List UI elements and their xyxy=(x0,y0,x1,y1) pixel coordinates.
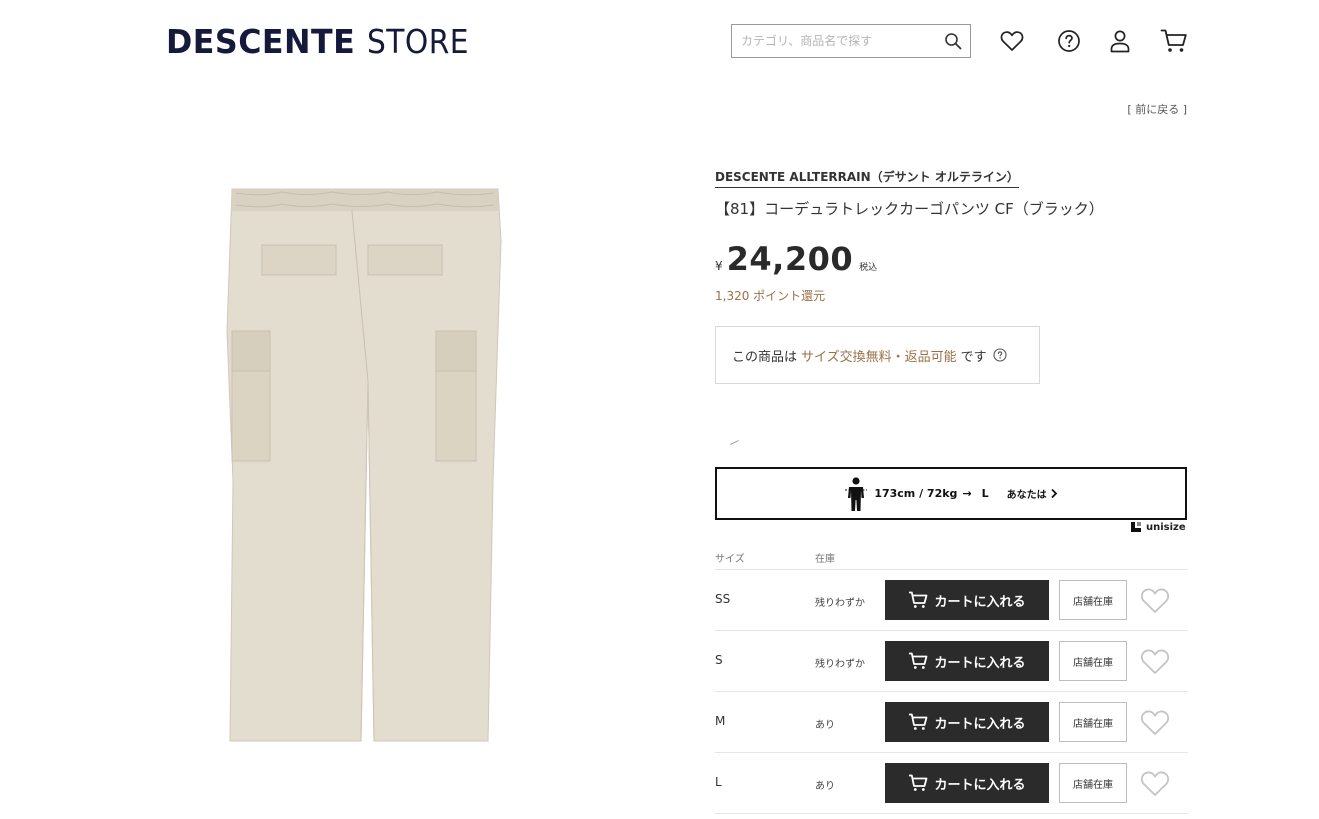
size-column-header: サイズ xyxy=(715,554,745,565)
unisize-you-label: あなたは xyxy=(1006,490,1047,501)
search-button[interactable] xyxy=(936,25,970,57)
cart-icon xyxy=(1160,29,1187,52)
add-to-cart-label: カートに入れる xyxy=(934,655,1026,671)
logo-brand-text: DESCENTE xyxy=(166,22,356,61)
size-row: L あり カートに入れる 店舗在庫 xyxy=(715,753,1188,814)
search-icon xyxy=(945,33,962,50)
product-name: 【81】コーデュラトレックカーゴパンツ CF（ブラック） xyxy=(715,200,1104,218)
heart-icon xyxy=(1140,710,1170,735)
unisize-recommended-size: L xyxy=(981,487,989,500)
help-circle-icon xyxy=(1058,30,1080,52)
size-row: M あり カートに入れる 店舗在庫 xyxy=(715,692,1188,753)
brand-link[interactable]: DESCENTE ALLTERRAIN（デサント オルテライン） xyxy=(715,168,1019,188)
size-label: L xyxy=(715,775,722,789)
stock-status: あり xyxy=(815,781,835,792)
cart-icon xyxy=(909,591,928,608)
help-button[interactable] xyxy=(1055,27,1083,55)
favorites-button[interactable] xyxy=(998,27,1026,55)
favorite-button[interactable] xyxy=(1139,706,1171,738)
size-label: M xyxy=(715,714,726,728)
stock-status: 残りわずか xyxy=(815,598,865,609)
store-logo[interactable]: DESCENTE STORE xyxy=(166,22,481,62)
size-row: SS 残りわずか カートに入れる 店舗在庫 xyxy=(715,570,1188,631)
exchange-highlight: サイズ交換無料・返品可能 xyxy=(801,349,957,365)
cart-icon xyxy=(909,713,928,730)
unisize-measurement: 173cm / 72kg xyxy=(874,487,958,500)
store-stock-button[interactable]: 店舗在庫 xyxy=(1059,702,1127,742)
stock-status: 残りわずか xyxy=(815,659,865,670)
store-stock-button[interactable]: 店舗在庫 xyxy=(1059,641,1127,681)
cart-icon xyxy=(909,652,928,669)
heart-icon xyxy=(1140,649,1170,674)
add-to-cart-label: カートに入れる xyxy=(934,777,1026,793)
user-icon xyxy=(1110,30,1130,53)
search-input[interactable] xyxy=(732,25,936,57)
heart-icon xyxy=(1140,771,1170,796)
heart-icon xyxy=(1000,31,1024,51)
size-row: S 残りわずか カートに入れる 店舗在庫 xyxy=(715,631,1188,692)
favorite-button[interactable] xyxy=(1139,767,1171,799)
account-button[interactable] xyxy=(1106,27,1134,55)
size-table-header: サイズ 在庫 xyxy=(715,548,1188,570)
unisize-logo: unisize xyxy=(1130,521,1186,533)
logo-store-text: STORE xyxy=(367,22,470,61)
store-stock-button[interactable]: 店舗在庫 xyxy=(1059,580,1127,620)
price-value: 24,200 xyxy=(726,240,854,278)
size-label: SS xyxy=(715,592,731,606)
stock-status: あり xyxy=(815,720,835,731)
cart-icon xyxy=(909,774,928,791)
unisize-logo-text: unisize xyxy=(1146,521,1186,533)
unisize-arrow: → xyxy=(962,487,972,500)
unisize-recommendation-button[interactable]: 173cm / 72kg → L あなたは xyxy=(715,467,1187,520)
exchange-help-button[interactable] xyxy=(993,348,1007,362)
back-link[interactable]: [ 前に戻る ] xyxy=(1127,101,1187,117)
favorite-button[interactable] xyxy=(1139,584,1171,616)
exchange-notice: この商品は サイズ交換無料・返品可能 です xyxy=(715,326,1040,384)
stock-column-header: 在庫 xyxy=(815,554,835,565)
size-label: S xyxy=(715,653,723,667)
search-box xyxy=(731,24,971,58)
add-to-cart-button[interactable]: カートに入れる xyxy=(885,580,1049,620)
exchange-post-text: です xyxy=(960,349,987,365)
product-image[interactable] xyxy=(222,181,518,747)
heart-icon xyxy=(1140,588,1170,613)
chevron-right-icon xyxy=(1050,488,1058,499)
points-reward: 1,320 ポイント還元 xyxy=(715,289,826,303)
cart-button[interactable] xyxy=(1160,27,1188,55)
favorite-button[interactable] xyxy=(1139,645,1171,677)
add-to-cart-label: カートに入れる xyxy=(934,594,1026,610)
decorative-mark xyxy=(730,440,739,445)
store-stock-button[interactable]: 店舗在庫 xyxy=(1059,763,1127,803)
price-tax-note: 税込 xyxy=(859,263,878,273)
add-to-cart-button[interactable]: カートに入れる xyxy=(885,763,1049,803)
price-currency: ¥ xyxy=(715,259,723,273)
unisize-logo-icon xyxy=(1131,522,1141,532)
body-figure-icon xyxy=(844,476,868,512)
price: ¥ 24,200 税込 xyxy=(715,240,877,278)
add-to-cart-label: カートに入れる xyxy=(934,716,1026,732)
add-to-cart-button[interactable]: カートに入れる xyxy=(885,702,1049,742)
help-circle-icon xyxy=(993,348,1007,362)
add-to-cart-button[interactable]: カートに入れる xyxy=(885,641,1049,681)
exchange-pre-text: この商品は xyxy=(732,349,798,365)
